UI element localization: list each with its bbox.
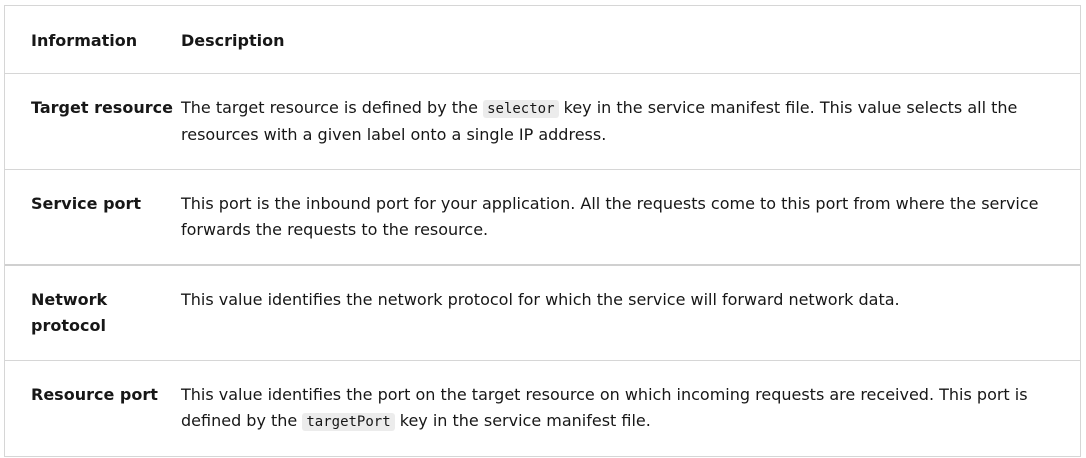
description-text: key in the service manifest file. bbox=[394, 411, 651, 430]
table-row: Service port This port is the inbound po… bbox=[5, 168, 1080, 265]
row-information: Target resource bbox=[5, 72, 181, 169]
description-text: This value identifies the network protoc… bbox=[181, 289, 900, 309]
table-row: Resource port This value identifies the … bbox=[5, 359, 1080, 456]
service-info-table-container: Information Description Target resource … bbox=[4, 5, 1081, 457]
header-description: Description bbox=[181, 31, 285, 50]
table-header-row: Information Description bbox=[5, 6, 1080, 73]
service-info-table: Information Description Target resource … bbox=[5, 6, 1080, 456]
row-description: The target resource is defined by the se… bbox=[181, 72, 1080, 169]
row-information: Network protocol bbox=[5, 263, 181, 360]
inline-code: targetPort bbox=[302, 413, 395, 431]
table-row: Network protocol This value identifies t… bbox=[5, 263, 1080, 360]
row-description: This value identifies the port on the ta… bbox=[181, 359, 1080, 456]
table-row: Target resource The target resource is d… bbox=[5, 72, 1080, 169]
row-information: Service port bbox=[5, 168, 181, 265]
row-information: Resource port bbox=[5, 359, 181, 456]
row-description: This port is the inbound port for your a… bbox=[181, 168, 1080, 265]
description-text: The target resource is defined by the bbox=[181, 97, 484, 117]
row-description: This value identifies the network protoc… bbox=[181, 263, 1080, 360]
inline-code: selector bbox=[483, 99, 559, 118]
description-text: This port is the inbound port for your a… bbox=[181, 193, 1039, 240]
header-information: Information bbox=[31, 31, 138, 50]
